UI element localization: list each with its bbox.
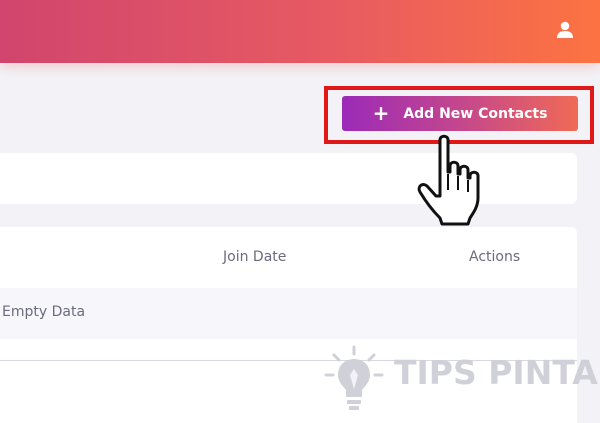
watermark-text: TIPS PINTAR <box>394 353 600 392</box>
add-new-contacts-button[interactable]: + Add New Contacts <box>342 96 578 131</box>
add-new-contacts-label: Add New Contacts <box>403 105 548 122</box>
top-navbar <box>0 0 600 63</box>
hand-pointer-icon <box>417 134 480 226</box>
plus-icon: + <box>372 100 390 125</box>
empty-data-text: Empty Data <box>2 304 86 320</box>
lightbulb-icon <box>324 345 384 410</box>
column-header-join-date: Join Date <box>223 249 287 265</box>
column-header-actions: Actions <box>469 249 521 265</box>
user-icon[interactable] <box>556 21 574 39</box>
watermark: TIPS PINTAR <box>322 345 600 415</box>
table-row: Empty Data <box>0 288 577 339</box>
